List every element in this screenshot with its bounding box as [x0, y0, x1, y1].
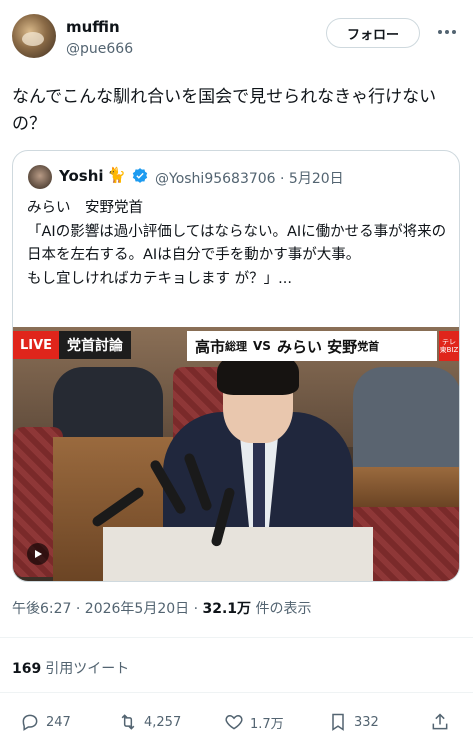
- bookmark-icon: [332, 713, 344, 731]
- divider: [0, 692, 473, 693]
- retweet-icon: [121, 714, 135, 730]
- video-caption-right: 高市 総理 VS みらい 安野 党首: [187, 331, 437, 361]
- like-button[interactable]: 1.7万: [224, 712, 284, 732]
- tweet-timestamp[interactable]: 午後6:27 · 2026年5月20日 ·: [12, 601, 203, 617]
- heart-icon: [225, 714, 243, 730]
- verified-badge-icon: [132, 168, 148, 183]
- reply-count: 247: [46, 714, 71, 730]
- follow-button[interactable]: フォロー: [326, 18, 420, 48]
- video-caption-left: 党首討論: [59, 331, 131, 359]
- quote-text-line: 「AIの影響は過小評価してはならない。AIに働かせる事が将来の日本を左右する。A…: [27, 223, 447, 264]
- quote-text-line: もし宜しければカテキョします が？」...: [27, 270, 292, 287]
- retweet-count: 4,257: [144, 714, 182, 730]
- play-icon[interactable]: [27, 543, 49, 565]
- quote-tweets-link[interactable]: 169 引用ツイート: [12, 658, 129, 678]
- quote-author-emoji: 🐈: [107, 166, 126, 184]
- video-desk: [353, 467, 459, 507]
- share-icon: [432, 713, 448, 730]
- bookmark-count: 332: [354, 714, 379, 730]
- view-label: 件の表示: [251, 601, 312, 617]
- quote-tweets-count: 169: [12, 661, 42, 677]
- share-button[interactable]: [430, 712, 450, 732]
- channel-logo: テレ東BIZ: [439, 331, 459, 361]
- bookmark-button[interactable]: 332: [328, 712, 379, 732]
- divider: [0, 637, 473, 638]
- video-podium: [103, 527, 373, 581]
- caption-title-1: 総理: [225, 340, 248, 353]
- author-avatar[interactable]: [12, 14, 56, 58]
- quote-author-handle-date: @Yoshi95683706 · 5月20日: [155, 171, 344, 187]
- more-options-icon[interactable]: [438, 24, 460, 40]
- reply-button[interactable]: 247: [20, 712, 71, 732]
- video-person-left: [53, 367, 163, 447]
- reply-icon: [22, 714, 38, 731]
- quote-video-thumbnail[interactable]: LIVE 党首討論 高市 総理 VS みらい 安野 党首 テレ東BIZ: [13, 327, 459, 581]
- tweet-timestamp-views: 午後6:27 · 2026年5月20日 · 32.1万 件の表示: [12, 598, 312, 618]
- caption-vs: VS: [253, 339, 271, 353]
- retweet-button[interactable]: 4,257: [118, 712, 181, 732]
- author-handle[interactable]: @pue666: [66, 41, 133, 57]
- view-count: 32.1万: [202, 601, 252, 617]
- video-person-right: [353, 367, 459, 477]
- tweet-text: なんでこんな馴れ合いを国会で見せられなきゃ行けないの？: [12, 87, 437, 134]
- quote-text: みらい 安野党首 「AIの影響は過小評価してはならない。AIに働かせる事が将来の…: [27, 197, 447, 291]
- live-badge: LIVE: [13, 331, 59, 359]
- caption-title-2: 党首: [357, 340, 380, 353]
- author-display-name[interactable]: muffin: [66, 18, 120, 36]
- quote-author-name: Yoshi: [59, 167, 104, 185]
- quoted-tweet-card[interactable]: Yoshi 🐈 @Yoshi95683706 · 5月20日 みらい 安野党首 …: [12, 150, 460, 582]
- caption-name-2: みらい 安野: [276, 337, 358, 356]
- quote-tweets-label: 引用ツイート: [45, 661, 130, 677]
- quote-text-line: みらい 安野党首: [27, 200, 143, 216]
- quote-author-avatar: [28, 165, 52, 189]
- video-speaker-tie: [253, 435, 265, 535]
- caption-name-1: 高市: [195, 337, 226, 356]
- like-count: 1.7万: [250, 716, 284, 732]
